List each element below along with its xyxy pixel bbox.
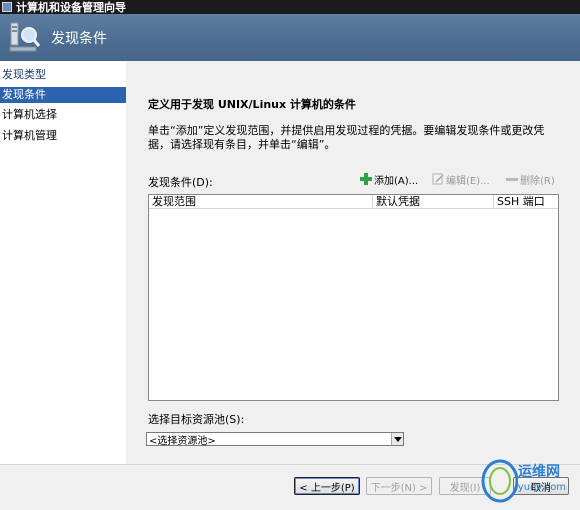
- dropdown-arrow-icon[interactable]: [391, 433, 403, 445]
- resource-pool-label: 选择目标资源池(S):: [148, 413, 245, 426]
- wizard-steps-nav: 发现类型 发现条件 计算机选择 计算机管理: [0, 61, 126, 464]
- edit-button[interactable]: 编辑(E)...: [432, 171, 490, 187]
- watermark-logo-icon: [481, 459, 518, 503]
- column-header-default-credentials[interactable]: 默认凭据: [373, 195, 494, 209]
- window-titlebar: 计算机和设备管理向导: [0, 0, 580, 14]
- site-watermark: 运维网 iyunv.com: [478, 455, 578, 507]
- resource-pool-select[interactable]: <选择资源池>: [146, 432, 404, 447]
- window-title: 计算机和设备管理向导: [16, 1, 126, 14]
- edit-icon: [432, 173, 444, 185]
- discovery-wizard-icon: [8, 21, 42, 55]
- app-icon: [2, 2, 12, 12]
- resource-pool-value: <选择资源池>: [149, 435, 216, 447]
- discovery-criteria-list[interactable]: 发现范围 默认凭据 SSH 端口: [148, 194, 559, 401]
- nav-item-discovery-criteria[interactable]: 发现条件: [0, 87, 126, 103]
- delete-label: 删除(R): [520, 175, 555, 187]
- nav-item-discovery-type[interactable]: 发现类型: [0, 67, 126, 83]
- minus-icon: [506, 173, 518, 185]
- add-label: 添加(A)...: [374, 175, 419, 187]
- banner-title: 发现条件: [51, 30, 107, 47]
- wizard-content: 定义用于发现 UNIX/Linux 计算机的条件 单击“添加”定义发现范围，并提…: [126, 61, 580, 464]
- watermark-title: 运维网: [518, 464, 560, 480]
- back-button[interactable]: < 上一步(P): [294, 477, 360, 495]
- watermark-url: iyunv.com: [515, 482, 567, 493]
- edit-label: 编辑(E)...: [446, 175, 490, 187]
- nav-item-computer-management[interactable]: 计算机管理: [0, 128, 126, 144]
- page-description: 单击“添加”定义发现范围，并提供启用发现过程的凭据。要编辑发现条件或更改凭据，请…: [148, 124, 545, 151]
- next-button[interactable]: 下一步(N) >: [366, 477, 432, 495]
- list-header: 发现范围 默认凭据 SSH 端口: [149, 195, 558, 209]
- add-button[interactable]: 添加(A)...: [360, 171, 418, 187]
- delete-button[interactable]: 删除(R): [506, 171, 555, 187]
- nav-item-computer-selection[interactable]: 计算机选择: [0, 107, 126, 123]
- plus-icon: [360, 173, 372, 185]
- criteria-list-label: 发现条件(D):: [148, 176, 213, 189]
- page-heading: 定义用于发现 UNIX/Linux 计算机的条件: [148, 98, 356, 111]
- column-header-ssh-port[interactable]: SSH 端口: [494, 195, 558, 209]
- column-header-discovery-scope[interactable]: 发现范围: [149, 195, 373, 209]
- wizard-banner: 发现条件: [0, 14, 580, 61]
